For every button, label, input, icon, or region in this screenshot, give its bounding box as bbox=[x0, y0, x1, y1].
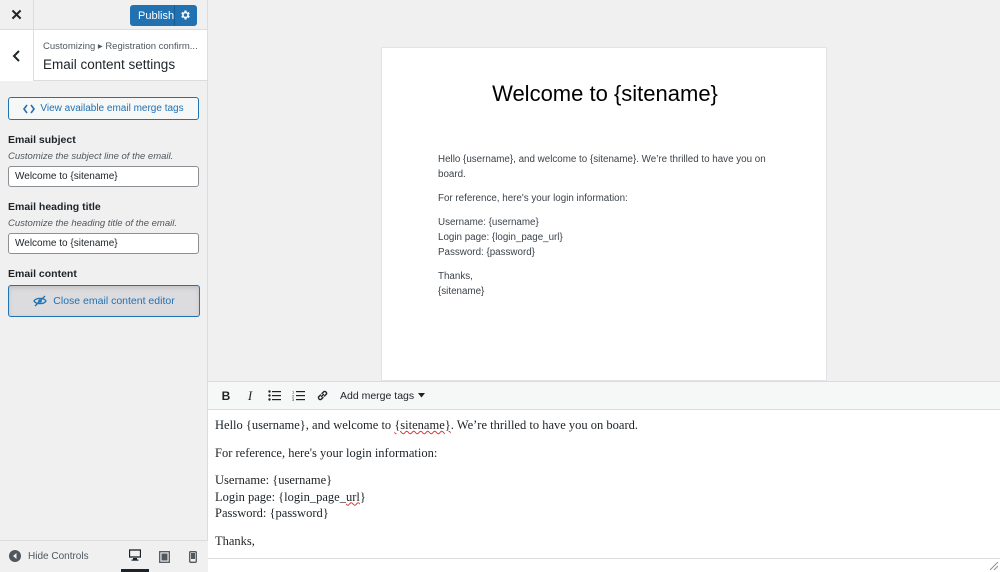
publish-separator bbox=[174, 5, 175, 26]
email-line-login: Login page: {login_page_url} bbox=[438, 232, 563, 243]
editor-greeting-end: . We’re thrilled to have you on board. bbox=[450, 418, 638, 432]
editor-login-start: Login page: {login_page_ bbox=[215, 489, 346, 504]
code-icon bbox=[23, 104, 36, 113]
email-thanks: Thanks, bbox=[438, 271, 473, 282]
close-icon: ✕ bbox=[10, 7, 23, 24]
bullet-list-button[interactable] bbox=[263, 385, 285, 407]
close-editor-label: Close email content editor bbox=[53, 295, 175, 307]
close-customizer-button[interactable]: ✕ bbox=[0, 0, 34, 30]
editor-line-login: Login page: {login_page_url} bbox=[215, 490, 366, 504]
close-editor-button[interactable]: Close email content editor bbox=[8, 285, 200, 317]
numbered-list-icon: 1 2 3 bbox=[292, 390, 305, 401]
breadcrumb: Customizing ▸ Registration confirm... bbox=[43, 41, 198, 52]
editor-text-area[interactable]: Hello {username}, and welcome to {sitena… bbox=[208, 410, 1000, 560]
email-body: Hello {username}, and welcome to {sitena… bbox=[438, 152, 778, 308]
email-line-password: Password: {password} bbox=[438, 247, 535, 258]
email-signoff: Thanks, {sitename} bbox=[438, 269, 778, 299]
italic-icon: I bbox=[247, 387, 253, 403]
tablet-icon bbox=[158, 550, 170, 563]
chevron-left-icon bbox=[12, 49, 20, 62]
email-login-info: Username: {username} Login page: {login_… bbox=[438, 215, 778, 260]
editor-login-info: Username: {username} Login page: {login_… bbox=[215, 472, 993, 522]
device-tablet-button[interactable] bbox=[150, 541, 178, 572]
numbered-list-button[interactable]: 1 2 3 bbox=[287, 385, 309, 407]
add-merge-tags-dropdown[interactable]: Add merge tags bbox=[340, 389, 426, 402]
email-content-editor: B I 1 2 3 Add merge tags Hello {username… bbox=[208, 381, 1000, 572]
email-preview-card: Welcome to {sitename} Hello {username}, … bbox=[381, 47, 827, 381]
italic-button[interactable]: I bbox=[239, 385, 261, 407]
editor-spellcheck-url: url bbox=[345, 489, 360, 504]
publish-label: Publish bbox=[138, 9, 175, 22]
merge-tags-label: View available email merge tags bbox=[40, 103, 184, 114]
caret-down-icon bbox=[418, 393, 426, 398]
settings-panel: View available email merge tags Email su… bbox=[0, 81, 207, 317]
editor-toolbar: B I 1 2 3 Add merge tags bbox=[208, 382, 1000, 410]
email-heading: Welcome to {sitename} bbox=[492, 81, 718, 106]
hide-controls-button[interactable]: Hide Controls bbox=[9, 550, 89, 562]
heading-description: Customize the heading title of the email… bbox=[8, 218, 177, 229]
customizer-footer: Hide Controls bbox=[0, 540, 208, 572]
resize-grip-icon[interactable] bbox=[990, 562, 998, 570]
editor-line-password: Password: {password} bbox=[215, 506, 329, 520]
add-merge-tags-label: Add merge tags bbox=[340, 389, 415, 402]
subject-label: Email subject bbox=[8, 134, 76, 146]
editor-paragraph-reference: For reference, here's your login informa… bbox=[215, 445, 438, 460]
mobile-icon bbox=[189, 550, 197, 563]
email-paragraph-reference: For reference, here's your login informa… bbox=[438, 193, 628, 204]
email-paragraph-greeting: Hello {username}, and welcome to {sitena… bbox=[438, 154, 766, 180]
email-signature: {sitename} bbox=[438, 286, 485, 297]
bold-button[interactable]: B bbox=[215, 385, 237, 407]
collapse-icon bbox=[9, 550, 21, 562]
heading-input[interactable] bbox=[8, 233, 199, 254]
svg-text:3: 3 bbox=[292, 397, 295, 401]
customizer-sidebar: ✕ Publish Customizing ▸ Registration con… bbox=[0, 0, 208, 572]
editor-line-username: Username: {username} bbox=[215, 473, 333, 487]
section-header: Customizing ▸ Registration confirm... Em… bbox=[0, 30, 207, 81]
email-line-username: Username: {username} bbox=[438, 217, 539, 228]
back-button[interactable] bbox=[0, 30, 34, 81]
device-desktop-button[interactable] bbox=[121, 541, 149, 572]
editor-greeting-start: Hello {username}, and welcome to bbox=[215, 418, 395, 432]
email-preview-area: Welcome to {sitename} Hello {username}, … bbox=[208, 0, 1000, 381]
editor-paragraph-greeting: Hello {username}, and welcome to {sitena… bbox=[215, 417, 993, 434]
subject-input[interactable] bbox=[8, 166, 199, 187]
link-icon bbox=[317, 390, 327, 401]
link-button[interactable] bbox=[311, 385, 333, 407]
view-merge-tags-button[interactable]: View available email merge tags bbox=[8, 97, 199, 120]
subject-description: Customize the subject line of the email. bbox=[8, 151, 174, 162]
hide-controls-label: Hide Controls bbox=[28, 550, 89, 562]
customizer-topbar: ✕ Publish bbox=[0, 0, 207, 30]
publish-button[interactable]: Publish bbox=[130, 5, 197, 26]
heading-label: Email heading title bbox=[8, 201, 101, 213]
section-title: Email content settings bbox=[43, 57, 176, 72]
editor-horizontal-scrollbar[interactable] bbox=[208, 558, 1000, 568]
editor-thanks: Thanks, bbox=[215, 533, 255, 548]
editor-spellcheck-sitename: {sitename} bbox=[394, 418, 451, 432]
desktop-icon bbox=[129, 549, 141, 561]
hidden-eye-icon bbox=[33, 295, 48, 307]
bullet-list-icon bbox=[267, 390, 281, 401]
editor-login-end: } bbox=[359, 489, 366, 504]
gear-icon[interactable] bbox=[179, 9, 191, 21]
content-label: Email content bbox=[8, 268, 77, 280]
bold-icon: B bbox=[221, 388, 231, 403]
device-mobile-button[interactable] bbox=[179, 541, 207, 572]
